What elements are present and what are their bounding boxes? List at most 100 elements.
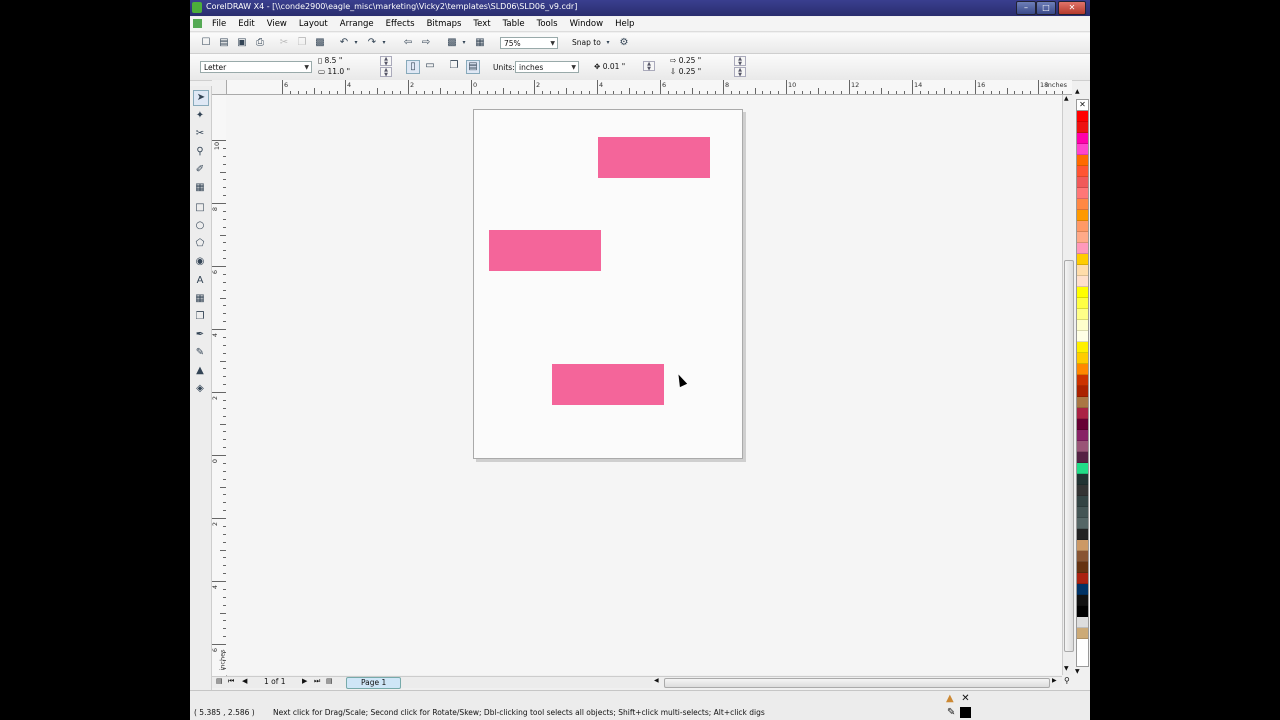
print-icon[interactable]: ⎙ (254, 37, 266, 49)
undo-dropdown-icon[interactable]: ▾ (350, 37, 362, 49)
horizontal-scrollbar[interactable]: ◀ ▶ (652, 676, 1062, 688)
crop-tool-icon[interactable]: ✂ (193, 127, 207, 141)
color-swatch[interactable] (1077, 188, 1088, 199)
polygon-tool-icon[interactable]: ⬠ (193, 237, 207, 251)
vertical-ruler[interactable]: 10 8 6 4 2 0 2 4 6 inches (211, 94, 227, 676)
duplicate-y-field[interactable]: ⇩ 0.25 " (670, 67, 701, 77)
menu-window[interactable]: Window (564, 17, 610, 31)
options-icon[interactable]: ⚙ (618, 37, 630, 49)
color-swatch[interactable] (1077, 529, 1088, 540)
portrait-icon[interactable]: ▯ (406, 60, 420, 74)
basic-shapes-tool-icon[interactable]: ◉ (193, 255, 207, 269)
document-page[interactable] (473, 109, 743, 459)
color-swatch[interactable] (1077, 122, 1088, 133)
menu-view[interactable]: View (261, 17, 293, 31)
export-icon[interactable]: ⇨ (420, 37, 432, 49)
color-swatch[interactable] (1077, 243, 1088, 254)
palette-scroll-down-icon[interactable]: ▼ (1075, 668, 1080, 675)
color-swatch[interactable] (1077, 408, 1088, 419)
color-swatch[interactable] (1077, 364, 1088, 375)
palette-scroll-up-icon[interactable]: ▲ (1075, 88, 1080, 95)
color-swatch[interactable] (1077, 375, 1088, 386)
copy-icon[interactable]: ❐ (296, 37, 308, 49)
color-swatch[interactable] (1077, 617, 1088, 628)
color-swatch[interactable] (1077, 452, 1088, 463)
duplicate-x-spinner[interactable]: ▲ ▼ (734, 56, 746, 67)
color-swatch[interactable] (1077, 133, 1088, 144)
scroll-right-icon[interactable]: ▶ (1052, 677, 1057, 684)
page-1-tab[interactable]: Page 1 (346, 677, 402, 689)
outline-color-swatch[interactable] (960, 707, 971, 718)
pink-rectangle-1[interactable] (598, 137, 710, 178)
color-swatch[interactable] (1077, 155, 1088, 166)
table-tool-icon[interactable]: ▦ (193, 292, 207, 306)
vertical-scrollbar[interactable]: ▲ ▼ (1062, 95, 1074, 675)
redo-icon[interactable]: ↷ (366, 37, 378, 49)
menu-text[interactable]: Text (467, 17, 496, 31)
drawing-canvas[interactable] (226, 95, 1062, 675)
menu-layout[interactable]: Layout (293, 17, 334, 31)
welcome-screen-icon[interactable]: ▦ (474, 37, 486, 49)
color-swatch[interactable] (1077, 474, 1088, 485)
color-swatch[interactable] (1077, 540, 1088, 551)
menu-help[interactable]: Help (609, 17, 640, 31)
color-swatch[interactable] (1077, 430, 1088, 441)
scroll-left-icon[interactable]: ◀ (654, 677, 659, 684)
outline-tool-icon[interactable]: ✎ (193, 346, 207, 360)
menu-arrange[interactable]: Arrange (334, 17, 380, 31)
current-page-icon[interactable]: ▤ (466, 60, 480, 74)
add-page-after-icon[interactable]: ▤ (326, 677, 333, 685)
maximize-button[interactable]: □ (1036, 1, 1056, 15)
color-swatch[interactable] (1077, 221, 1088, 232)
page-width-field[interactable]: ▯ 8.5 " (318, 56, 342, 66)
first-page-icon[interactable]: ⏮ (228, 677, 234, 686)
color-swatch[interactable] (1077, 606, 1088, 617)
snap-to-button[interactable]: Snap to (572, 38, 601, 48)
color-swatch[interactable] (1077, 309, 1088, 320)
nudge-spinner[interactable]: ▲ ▼ (643, 61, 655, 72)
interactive-fill-tool-icon[interactable]: ◈ (193, 382, 207, 396)
color-swatch[interactable] (1077, 584, 1088, 595)
menu-table[interactable]: Table (497, 17, 531, 31)
color-swatch[interactable] (1077, 595, 1088, 606)
zoom-tool-icon[interactable]: ⚲ (193, 145, 207, 159)
ellipse-tool-icon[interactable]: ○ (193, 219, 207, 233)
eyedropper-tool-icon[interactable]: ✒ (193, 328, 207, 342)
horizontal-ruler[interactable]: 6 4 2 0 2 4 6 8 10 12 14 16 18 inches (226, 80, 1072, 95)
undo-icon[interactable]: ↶ (338, 37, 350, 49)
color-swatch[interactable] (1077, 287, 1088, 298)
blend-tool-icon[interactable]: ❐ (193, 310, 207, 324)
paste-icon[interactable]: ▩ (314, 37, 326, 49)
color-swatch[interactable] (1077, 551, 1088, 562)
rectangle-tool-icon[interactable]: □ (193, 201, 207, 215)
fill-tool-icon[interactable]: ▲ (193, 364, 207, 378)
menu-tools[interactable]: Tools (531, 17, 564, 31)
scroll-up-icon[interactable]: ▲ (1064, 95, 1069, 102)
application-launcher-icon[interactable]: ▩ (446, 37, 458, 49)
color-swatch[interactable] (1077, 496, 1088, 507)
zoom-level-select[interactable]: 75% ▼ (500, 37, 558, 49)
text-tool-icon[interactable]: A (193, 274, 207, 288)
menu-bitmaps[interactable]: Bitmaps (421, 17, 468, 31)
duplicate-y-spinner[interactable]: ▲ ▼ (734, 67, 746, 78)
color-swatch[interactable] (1077, 254, 1088, 265)
close-button[interactable]: ✕ (1058, 1, 1086, 15)
nudge-field[interactable]: ✥ 0.01 " (594, 62, 625, 72)
menu-effects[interactable]: Effects (380, 17, 421, 31)
open-icon[interactable]: ▤ (218, 37, 230, 49)
units-select[interactable]: inches ▼ (515, 61, 579, 73)
color-swatch[interactable] (1077, 562, 1088, 573)
pick-tool-icon[interactable]: ➤ (193, 90, 209, 106)
navigator-icon[interactable]: ⚲ (1064, 676, 1074, 687)
color-swatch[interactable] (1077, 177, 1088, 188)
shape-tool-icon[interactable]: ✦ (193, 109, 207, 123)
minimize-button[interactable]: – (1016, 1, 1036, 15)
color-swatch[interactable] (1077, 199, 1088, 210)
pink-rectangle-3[interactable] (552, 364, 664, 405)
color-swatch[interactable] (1077, 397, 1088, 408)
paper-size-select[interactable]: Letter ▼ (200, 61, 312, 73)
duplicate-x-field[interactable]: ⇨ 0.25 " (670, 56, 701, 66)
color-swatch[interactable] (1077, 353, 1088, 364)
smart-fill-tool-icon[interactable]: ▦ (193, 181, 207, 195)
previous-page-icon[interactable]: ◀ (242, 677, 247, 685)
